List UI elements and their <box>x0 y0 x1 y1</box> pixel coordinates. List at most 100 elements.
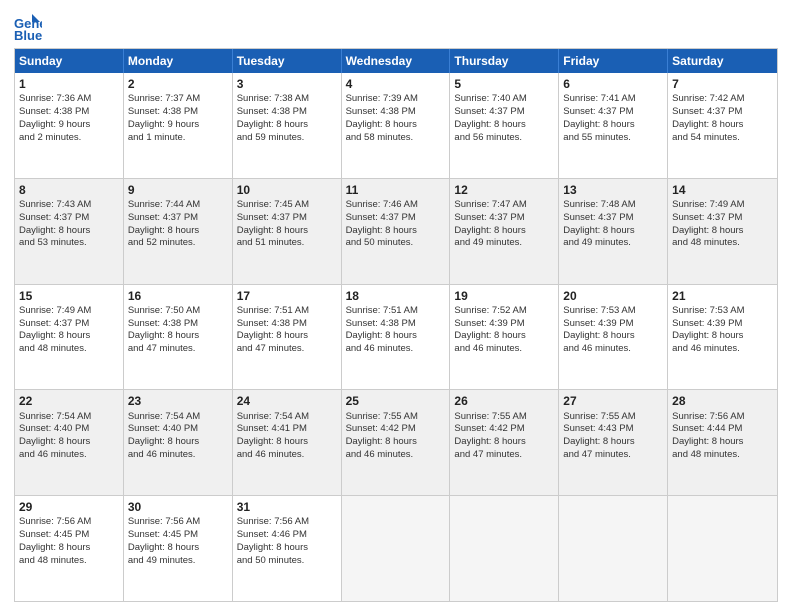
day-number: 12 <box>454 182 554 198</box>
day-info-line: and 2 minutes. <box>19 132 119 145</box>
day-cell-1: 1Sunrise: 7:36 AMSunset: 4:38 PMDaylight… <box>15 73 124 178</box>
day-info-line: Sunrise: 7:46 AM <box>346 199 446 212</box>
day-info-line: and 48 minutes. <box>19 343 119 356</box>
day-info-line: Sunset: 4:40 PM <box>128 423 228 436</box>
day-info-line: and 46 minutes. <box>563 343 663 356</box>
day-info-line: Daylight: 8 hours <box>346 225 446 238</box>
day-info-line: Sunset: 4:38 PM <box>128 106 228 119</box>
day-number: 14 <box>672 182 773 198</box>
calendar-body: 1Sunrise: 7:36 AMSunset: 4:38 PMDaylight… <box>15 73 777 601</box>
day-info-line: Daylight: 8 hours <box>454 225 554 238</box>
day-cell-28: 28Sunrise: 7:56 AMSunset: 4:44 PMDayligh… <box>668 390 777 495</box>
day-number: 15 <box>19 288 119 304</box>
day-info-line: Sunrise: 7:56 AM <box>128 516 228 529</box>
day-info-line: Sunrise: 7:44 AM <box>128 199 228 212</box>
empty-cell <box>668 496 777 601</box>
day-cell-30: 30Sunrise: 7:56 AMSunset: 4:45 PMDayligh… <box>124 496 233 601</box>
day-info-line: Sunrise: 7:56 AM <box>19 516 119 529</box>
day-info-line: and 47 minutes. <box>563 449 663 462</box>
day-cell-31: 31Sunrise: 7:56 AMSunset: 4:46 PMDayligh… <box>233 496 342 601</box>
header: General Blue <box>14 10 778 42</box>
day-cell-27: 27Sunrise: 7:55 AMSunset: 4:43 PMDayligh… <box>559 390 668 495</box>
logo: General Blue <box>14 14 46 42</box>
day-info-line: Daylight: 8 hours <box>128 436 228 449</box>
day-number: 21 <box>672 288 773 304</box>
day-info-line: Sunset: 4:41 PM <box>237 423 337 436</box>
day-cell-14: 14Sunrise: 7:49 AMSunset: 4:37 PMDayligh… <box>668 179 777 284</box>
day-info-line: and 48 minutes. <box>19 555 119 568</box>
day-header-thursday: Thursday <box>450 49 559 73</box>
day-info-line: Sunset: 4:39 PM <box>454 318 554 331</box>
day-info-line: and 46 minutes. <box>346 449 446 462</box>
day-info-line: Daylight: 8 hours <box>128 330 228 343</box>
day-number: 16 <box>128 288 228 304</box>
day-info-line: Daylight: 8 hours <box>454 436 554 449</box>
day-info-line: Daylight: 8 hours <box>19 225 119 238</box>
day-info-line: Sunset: 4:37 PM <box>237 212 337 225</box>
day-info-line: Sunset: 4:37 PM <box>454 212 554 225</box>
calendar-row-5: 29Sunrise: 7:56 AMSunset: 4:45 PMDayligh… <box>15 495 777 601</box>
day-info-line: Sunset: 4:39 PM <box>563 318 663 331</box>
day-info-line: and 48 minutes. <box>672 237 773 250</box>
day-info-line: Sunset: 4:37 PM <box>563 106 663 119</box>
day-info-line: Daylight: 8 hours <box>563 436 663 449</box>
day-header-sunday: Sunday <box>15 49 124 73</box>
day-info-line: Sunrise: 7:45 AM <box>237 199 337 212</box>
day-header-saturday: Saturday <box>668 49 777 73</box>
day-info-line: Sunset: 4:38 PM <box>346 318 446 331</box>
day-info-line: and 46 minutes. <box>454 343 554 356</box>
calendar-header: SundayMondayTuesdayWednesdayThursdayFrid… <box>15 49 777 73</box>
day-info-line: and 55 minutes. <box>563 132 663 145</box>
day-info-line: Sunrise: 7:37 AM <box>128 93 228 106</box>
day-cell-24: 24Sunrise: 7:54 AMSunset: 4:41 PMDayligh… <box>233 390 342 495</box>
day-info-line: Daylight: 8 hours <box>19 436 119 449</box>
day-number: 17 <box>237 288 337 304</box>
day-info-line: Sunrise: 7:55 AM <box>563 411 663 424</box>
day-info-line: and 46 minutes. <box>672 343 773 356</box>
day-header-tuesday: Tuesday <box>233 49 342 73</box>
day-number: 18 <box>346 288 446 304</box>
day-info-line: and 58 minutes. <box>346 132 446 145</box>
day-info-line: Sunrise: 7:48 AM <box>563 199 663 212</box>
day-cell-12: 12Sunrise: 7:47 AMSunset: 4:37 PMDayligh… <box>450 179 559 284</box>
day-info-line: Sunset: 4:37 PM <box>128 212 228 225</box>
day-info-line: Daylight: 8 hours <box>454 330 554 343</box>
day-info-line: Sunset: 4:45 PM <box>128 529 228 542</box>
day-info-line: and 47 minutes. <box>454 449 554 462</box>
day-header-wednesday: Wednesday <box>342 49 451 73</box>
day-info-line: Daylight: 8 hours <box>237 542 337 555</box>
day-info-line: and 54 minutes. <box>672 132 773 145</box>
day-info-line: Sunrise: 7:49 AM <box>672 199 773 212</box>
day-info-line: Sunset: 4:42 PM <box>454 423 554 436</box>
day-info-line: Sunset: 4:38 PM <box>19 106 119 119</box>
day-info-line: Sunrise: 7:51 AM <box>346 305 446 318</box>
day-info-line: Sunrise: 7:43 AM <box>19 199 119 212</box>
day-info-line: Daylight: 8 hours <box>346 330 446 343</box>
day-number: 22 <box>19 393 119 409</box>
day-cell-26: 26Sunrise: 7:55 AMSunset: 4:42 PMDayligh… <box>450 390 559 495</box>
day-info-line: Sunrise: 7:36 AM <box>19 93 119 106</box>
day-number: 31 <box>237 499 337 515</box>
day-info-line: Sunrise: 7:39 AM <box>346 93 446 106</box>
day-info-line: Sunrise: 7:49 AM <box>19 305 119 318</box>
day-info-line: Sunrise: 7:54 AM <box>237 411 337 424</box>
day-info-line: Sunset: 4:37 PM <box>19 212 119 225</box>
day-info-line: Sunset: 4:42 PM <box>346 423 446 436</box>
day-info-line: Sunrise: 7:41 AM <box>563 93 663 106</box>
day-number: 6 <box>563 76 663 92</box>
day-info-line: Daylight: 8 hours <box>19 542 119 555</box>
empty-cell <box>450 496 559 601</box>
day-info-line: Daylight: 8 hours <box>346 436 446 449</box>
day-info-line: Sunset: 4:37 PM <box>454 106 554 119</box>
day-info-line: and 51 minutes. <box>237 237 337 250</box>
day-info-line: Sunset: 4:39 PM <box>672 318 773 331</box>
day-info-line: Daylight: 8 hours <box>563 225 663 238</box>
day-info-line: Sunrise: 7:54 AM <box>19 411 119 424</box>
day-info-line: Sunset: 4:38 PM <box>128 318 228 331</box>
day-info-line: Sunrise: 7:56 AM <box>672 411 773 424</box>
day-info-line: Daylight: 8 hours <box>237 119 337 132</box>
day-number: 13 <box>563 182 663 198</box>
page-container: General Blue SundayMondayTuesdayWednesda… <box>0 0 792 612</box>
day-number: 1 <box>19 76 119 92</box>
day-info-line: Daylight: 9 hours <box>19 119 119 132</box>
